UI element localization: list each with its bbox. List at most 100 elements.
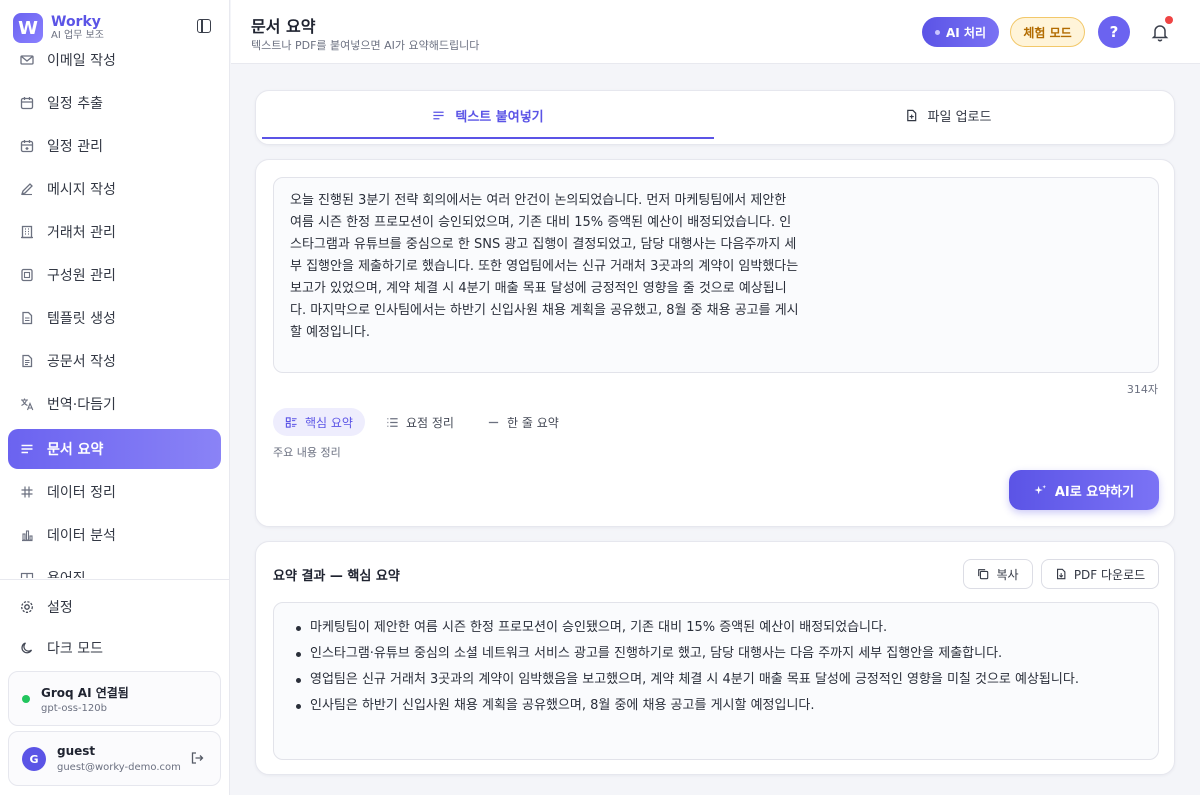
ai-badge-label: AI 처리	[945, 25, 986, 40]
building-icon	[20, 225, 34, 239]
sidebar-item-schedule-manage[interactable]: 일정 관리	[8, 126, 221, 166]
file-icon	[20, 311, 34, 325]
input-tabs: 텍스트 붙여넣기 파일 업로드	[255, 90, 1175, 145]
sparkles-icon	[1034, 484, 1047, 497]
tab-label: 텍스트 붙여넣기	[455, 109, 544, 125]
sidebar-item-schedule-extract[interactable]: 일정 추출	[8, 83, 221, 123]
input-card: 오늘 진행된 3분기 전략 회의에서는 여러 안건이 논의되었습니다. 먼저 마…	[255, 159, 1175, 527]
mail-icon	[20, 53, 34, 67]
sidebar-item-label: 메시지 작성	[47, 182, 116, 198]
mode-description: 주요 내용 정리	[273, 446, 341, 459]
summary-bullet: 인사팀은 하반기 신입사원 채용 계획을 공유했으며, 8월 중에 채용 공고를…	[296, 695, 1138, 717]
copy-icon	[977, 568, 989, 580]
id-card-icon	[20, 268, 34, 282]
align-left-icon	[20, 442, 34, 456]
sidebar-item-label: 템플릿 생성	[47, 311, 116, 327]
settings-button[interactable]: 설정	[20, 596, 73, 618]
result-content: 마케팅팀이 제안한 여름 시즌 한정 프로모션이 승인됐으며, 기존 대비 15…	[273, 602, 1159, 760]
book-icon	[20, 571, 34, 578]
summary-bullet: 영업팀은 신규 거래처 3곳과의 계약이 임박했음을 보고했으며, 계약 체결 …	[296, 669, 1138, 691]
summary-bullet: 마케팅팀이 제안한 여름 시즌 한정 프로모션이 승인됐으며, 기존 대비 15…	[296, 617, 1138, 639]
moon-icon	[20, 641, 34, 655]
sidebar-item-glossary[interactable]: 용어집	[8, 558, 221, 578]
summarize-button[interactable]: AI로 요약하기	[1009, 470, 1159, 510]
mode-label: 요점 정리	[406, 415, 454, 430]
mode-label: 한 줄 요약	[507, 415, 559, 430]
tab-file-upload[interactable]: 파일 업로드	[726, 91, 1170, 139]
minus-icon	[487, 416, 500, 429]
brand[interactable]: W Worky AI 업무 보조	[13, 10, 217, 46]
sidebar-item-label: 용어집	[47, 568, 86, 578]
sidebar-item-label: 데이터 정리	[47, 485, 116, 501]
hash-icon	[20, 485, 34, 499]
sidebar-item-label: 문서 요약	[47, 442, 104, 458]
summary-bullet: 인스타그램·유튜브 중심의 소셜 네트워크 서비스 광고를 진행하기로 했고, …	[296, 643, 1138, 665]
sidebar-item-official-doc[interactable]: 공문서 작성	[8, 341, 221, 381]
sidebar-item-label: 공문서 작성	[47, 354, 116, 370]
result-title: 요약 결과 — 핵심 요약	[273, 569, 400, 584]
copy-button[interactable]: 복사	[963, 559, 1033, 589]
sidebar-item-data-clean[interactable]: 데이터 정리	[8, 472, 221, 512]
sidebar-divider	[0, 579, 230, 580]
avatar: G	[22, 747, 46, 771]
status-title: Groq AI 연결됨	[41, 686, 129, 700]
page-title: 문서 요약	[251, 17, 316, 36]
user-card[interactable]: G guest guest@worky-demo.com	[8, 731, 221, 786]
mode-key-points[interactable]: 요점 정리	[374, 408, 466, 436]
bell-icon[interactable]	[1151, 22, 1169, 42]
user-name: guest	[57, 744, 96, 758]
brand-logo: W	[13, 13, 43, 43]
summary-list: 마케팅팀이 제안한 여름 시즌 한정 프로모션이 승인됐으며, 기존 대비 15…	[296, 617, 1138, 717]
translate-icon	[20, 397, 34, 411]
ai-status-card: Groq AI 연결됨 gpt-oss-120b	[8, 671, 221, 726]
sidebar-item-template[interactable]: 템플릿 생성	[8, 298, 221, 338]
sidebar-item-label: 번역·다듬기	[47, 397, 116, 413]
calendar-icon	[20, 96, 34, 110]
mode-label: 핵심 요약	[305, 415, 353, 430]
sidebar-item-members[interactable]: 구성원 관리	[8, 255, 221, 295]
file-text-icon	[20, 354, 34, 368]
pdf-download-label: PDF 다운로드	[1073, 567, 1146, 582]
brand-subtitle: AI 업무 보조	[51, 30, 104, 41]
page-subtitle: 텍스트나 PDF를 붙여넣으면 AI가 요약해드립니다	[251, 39, 480, 52]
summarize-label: AI로 요약하기	[1054, 484, 1135, 500]
logout-icon[interactable]	[190, 751, 204, 765]
sidebar-item-label: 일정 관리	[47, 139, 103, 155]
source-text-area[interactable]: 오늘 진행된 3분기 전략 회의에서는 여러 안건이 논의되었습니다. 먼저 마…	[273, 177, 1159, 373]
tab-label: 파일 업로드	[927, 109, 992, 125]
dark-mode-label: 다크 모드	[47, 641, 103, 657]
bar-chart-icon	[20, 528, 34, 542]
list-detail-icon	[285, 416, 298, 429]
sidebar-item-label: 거래처 관리	[47, 225, 116, 241]
align-left-icon	[432, 109, 445, 122]
trial-mode-badge[interactable]: 체험 모드	[1010, 17, 1085, 47]
help-button[interactable]: ?	[1098, 16, 1130, 48]
copy-label: 복사	[996, 567, 1019, 582]
sidebar-item-data-analysis[interactable]: 데이터 분석	[8, 515, 221, 555]
sidebar-item-label: 구성원 관리	[47, 268, 116, 284]
char-count: 314자	[1126, 383, 1158, 396]
calendar-check-icon	[20, 139, 34, 153]
sidebar-item-label: 일정 추출	[47, 96, 103, 112]
sidebar-item-message[interactable]: 메시지 작성	[8, 169, 221, 209]
mode-core-summary[interactable]: 핵심 요약	[273, 408, 365, 436]
list-icon	[386, 416, 399, 429]
mode-one-line[interactable]: 한 줄 요약	[475, 408, 571, 436]
file-plus-icon	[905, 109, 918, 122]
sidebar-item-translate[interactable]: 번역·다듬기	[8, 384, 221, 424]
tab-paste-text[interactable]: 텍스트 붙여넣기	[262, 91, 714, 139]
ai-processing-badge[interactable]: AI 처리	[922, 17, 999, 47]
pdf-download-button[interactable]: PDF 다운로드	[1041, 559, 1159, 589]
download-file-icon	[1055, 568, 1067, 580]
sidebar-item-clients[interactable]: 거래처 관리	[8, 212, 221, 252]
status-model: gpt-oss-120b	[41, 703, 107, 714]
source-text: 오늘 진행된 3분기 전략 회의에서는 여러 안건이 논의되었습니다. 먼저 마…	[290, 193, 799, 340]
sidebar-collapse-icon[interactable]	[197, 19, 211, 33]
sidebar-item-doc-summary[interactable]: 문서 요약	[8, 429, 221, 469]
sidebar-item-label: 이메일 작성	[47, 53, 116, 69]
top-header: 문서 요약 텍스트나 PDF를 붙여넣으면 AI가 요약해드립니다 AI 처리 …	[231, 0, 1200, 64]
sidebar-item-email[interactable]: 이메일 작성	[8, 40, 221, 80]
result-card: 요약 결과 — 핵심 요약 복사 PDF 다운로드 마케팅팀이 제안한 여름 시…	[255, 541, 1175, 775]
dark-mode-toggle[interactable]: 다크 모드	[20, 637, 103, 659]
sidebar: 이메일 작성 일정 추출 일정 관리 메시지 작성 거래처 관리 구성원 관리 …	[0, 0, 230, 795]
